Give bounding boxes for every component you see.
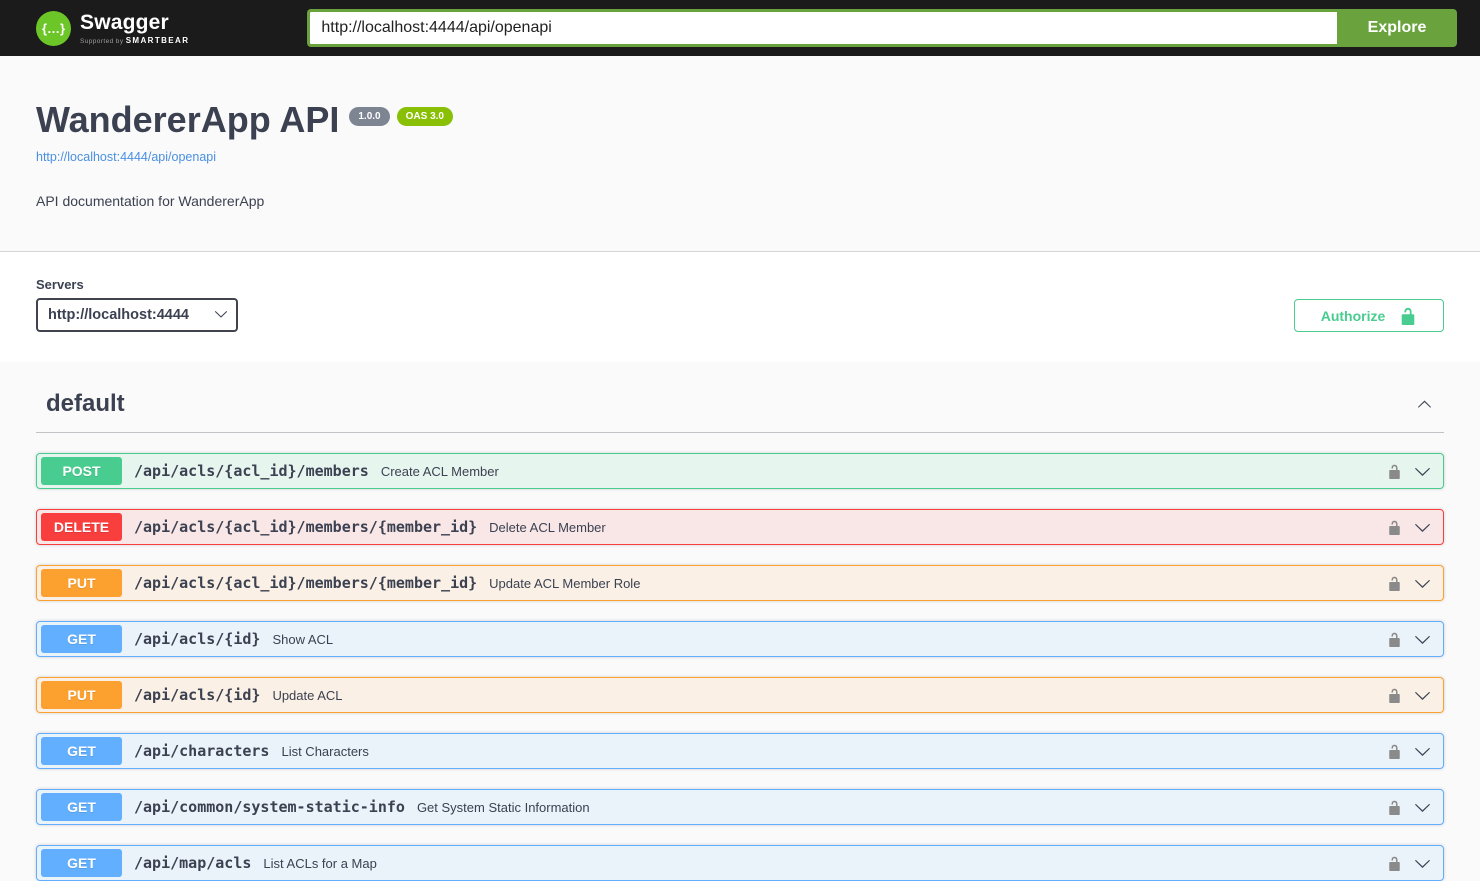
method-badge: POST bbox=[41, 457, 122, 485]
swagger-logo: {…} Swagger Supported by SMARTBEAR bbox=[36, 10, 190, 46]
unlock-icon[interactable] bbox=[1387, 520, 1402, 535]
swagger-logo-icon: {…} bbox=[36, 10, 71, 46]
supported-by: Supported by SMARTBEAR bbox=[80, 35, 190, 45]
chevron-down-icon[interactable] bbox=[1414, 631, 1431, 648]
api-description: API documentation for WandererApp bbox=[36, 193, 265, 209]
server-select[interactable]: http://localhost:4444 bbox=[36, 298, 238, 332]
operation-row[interactable]: DELETE/api/acls/{acl_id}/members/{member… bbox=[36, 509, 1444, 545]
topbar: {…} Swagger Supported by SMARTBEAR Explo… bbox=[0, 0, 1480, 56]
unlock-icon[interactable] bbox=[1387, 632, 1402, 647]
operation-summary: Update ACL bbox=[272, 687, 343, 703]
operation-row[interactable]: PUT/api/acls/{id} Update ACL bbox=[36, 677, 1444, 713]
tag-title: default bbox=[46, 390, 125, 417]
operation-row[interactable]: POST/api/acls/{acl_id}/members Create ACL… bbox=[36, 453, 1444, 489]
chevron-down-icon[interactable] bbox=[1414, 855, 1431, 872]
operation-path[interactable]: /api/acls/{id} bbox=[134, 630, 260, 648]
unlock-icon[interactable] bbox=[1387, 800, 1402, 815]
method-badge: PUT bbox=[41, 569, 122, 597]
unlock-icon[interactable] bbox=[1387, 464, 1402, 479]
operation-path[interactable]: /api/acls/{acl_id}/members bbox=[134, 462, 369, 480]
operations-wrapper: default POST/api/acls/{acl_id}/members Cr… bbox=[0, 362, 1480, 881]
operations-list: POST/api/acls/{acl_id}/members Create ACL… bbox=[36, 453, 1444, 881]
operation-summary: Update ACL Member Role bbox=[489, 575, 641, 591]
chevron-down-icon[interactable] bbox=[1414, 463, 1431, 480]
method-badge: GET bbox=[41, 793, 122, 821]
operation-path[interactable]: /api/acls/{acl_id}/members/{member_id} bbox=[134, 518, 477, 536]
operation-row[interactable]: PUT/api/acls/{acl_id}/members/{member_id… bbox=[36, 565, 1444, 601]
oas-badge: OAS 3.0 bbox=[396, 107, 453, 126]
method-badge: GET bbox=[41, 737, 122, 765]
chevron-down-icon[interactable] bbox=[1414, 575, 1431, 592]
operation-row[interactable]: GET/api/characters List Characters bbox=[36, 733, 1444, 769]
smartbear-brand: SMARTBEAR bbox=[125, 35, 190, 45]
auth-wrapper: Authorize bbox=[1294, 299, 1444, 332]
operation-summary: Get System Static Information bbox=[416, 799, 590, 815]
method-badge: PUT bbox=[41, 681, 122, 709]
spec-url-input[interactable] bbox=[307, 9, 1337, 47]
operation-summary: List ACLs for a Map bbox=[263, 855, 377, 871]
explore-button[interactable]: Explore bbox=[1337, 9, 1457, 47]
chevron-down-icon[interactable] bbox=[1414, 687, 1431, 704]
tag-section-header[interactable]: default bbox=[36, 378, 1444, 433]
operation-row[interactable]: GET/api/common/system-static-info Get Sys… bbox=[36, 789, 1444, 825]
operation-summary: Create ACL Member bbox=[380, 463, 499, 479]
spec-link[interactable]: http://localhost:4444/api/openapi bbox=[36, 150, 216, 164]
unlock-icon[interactable] bbox=[1387, 744, 1402, 759]
operation-path[interactable]: /api/acls/{acl_id}/members/{member_id} bbox=[134, 574, 477, 592]
info-section: WandererApp API 1.0.0 OAS 3.0 http://loc… bbox=[0, 56, 1480, 252]
download-url-form: Explore bbox=[307, 9, 1457, 47]
method-badge: GET bbox=[41, 849, 122, 877]
method-badge: GET bbox=[41, 625, 122, 653]
brand-name: Swagger bbox=[80, 11, 169, 35]
operation-path[interactable]: /api/common/system-static-info bbox=[134, 798, 405, 816]
scheme-container: Servers http://localhost:4444 Authorize bbox=[0, 252, 1480, 362]
unlock-icon[interactable] bbox=[1387, 856, 1402, 871]
page-title: WandererApp API bbox=[36, 99, 340, 140]
authorize-label: Authorize bbox=[1320, 307, 1386, 324]
chevron-down-icon[interactable] bbox=[1414, 799, 1431, 816]
operation-summary: List Characters bbox=[281, 743, 369, 759]
operation-path[interactable]: /api/characters bbox=[134, 742, 269, 760]
authorize-button[interactable]: Authorize bbox=[1294, 299, 1444, 332]
operation-row[interactable]: GET/api/acls/{id} Show ACL bbox=[36, 621, 1444, 657]
chevron-down-icon[interactable] bbox=[1414, 743, 1431, 760]
servers-label: Servers bbox=[36, 277, 84, 292]
servers-block: Servers http://localhost:4444 bbox=[36, 277, 238, 332]
operation-path[interactable]: /api/acls/{id} bbox=[134, 686, 260, 704]
operation-summary: Show ACL bbox=[272, 631, 334, 647]
version-badge: 1.0.0 bbox=[349, 107, 390, 126]
operation-path[interactable]: /api/map/acls bbox=[134, 854, 251, 872]
unlock-icon bbox=[1401, 307, 1415, 325]
chevron-down-icon[interactable] bbox=[1414, 519, 1431, 536]
operation-summary: Delete ACL Member bbox=[489, 519, 606, 535]
chevron-up-icon[interactable] bbox=[1417, 397, 1432, 412]
unlock-icon[interactable] bbox=[1387, 688, 1402, 703]
method-badge: DELETE bbox=[41, 513, 122, 541]
unlock-icon[interactable] bbox=[1387, 576, 1402, 591]
